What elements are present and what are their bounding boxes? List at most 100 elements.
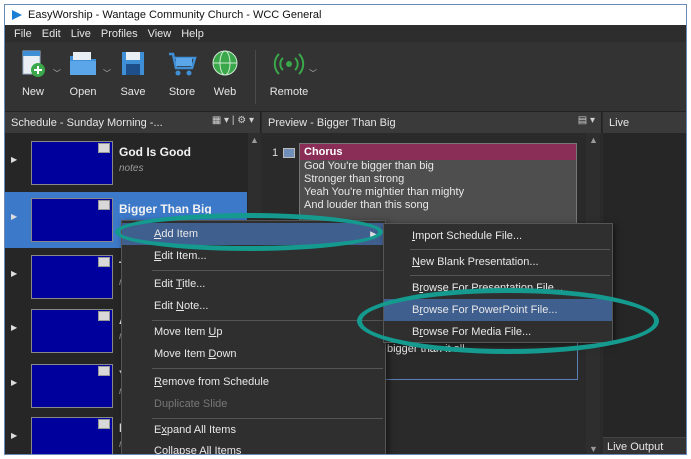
slide-image-icon (283, 148, 295, 158)
menu-separator (410, 275, 610, 276)
open-label: Open (69, 86, 97, 98)
slide-card[interactable]: bigger than it all (382, 338, 578, 380)
accel-key: N (176, 300, 184, 312)
add-item-submenu: Import Schedule File... New Blank Presen… (383, 223, 613, 343)
accel-key: C (154, 445, 162, 455)
submenu-arrow-icon: ▶ (370, 229, 377, 239)
menu-add-item[interactable]: Add Item ▶ (122, 223, 385, 245)
store-label: Store (168, 86, 196, 98)
menu-help[interactable]: Help (176, 28, 209, 40)
cart-icon (169, 52, 197, 76)
scroll-up-icon[interactable]: ▲ (589, 135, 598, 145)
menu-live[interactable]: Live (66, 28, 96, 40)
lyric-line: Yeah You're mightier than mighty (304, 186, 465, 198)
store-button[interactable]: Store (160, 48, 204, 98)
item-thumbnail (31, 364, 113, 408)
slide-card[interactable]: Chorus God You're bigger than big Strong… (299, 143, 577, 229)
scroll-up-icon[interactable]: ▲ (250, 135, 259, 145)
menu-edit-title[interactable]: Edit Title... (122, 273, 385, 295)
item-thumbnail (31, 198, 113, 242)
expand-arrow-icon[interactable]: ▶ (11, 269, 17, 278)
item-title: God Is Good (119, 145, 191, 159)
menu-expand-all[interactable]: Expand All Items (122, 419, 385, 441)
menu-import-schedule-file[interactable]: Import Schedule File... (384, 225, 612, 247)
slide-number: 1 (272, 147, 279, 159)
menu-profiles[interactable]: Profiles (96, 28, 143, 40)
menu-label: ote... (183, 300, 209, 312)
toolbar: New ﹀ Open ﹀ Save Store Web Remote ﹀ (5, 42, 686, 112)
song-icon (98, 143, 110, 153)
floppy-icon (122, 52, 144, 75)
menu-label: emove from Schedule (161, 376, 269, 388)
expand-arrow-icon[interactable]: ▶ (11, 431, 17, 440)
menu-browse-media-file[interactable]: Browse For Media File... (384, 321, 612, 343)
new-dropdown-icon[interactable]: ﹀ (53, 68, 61, 79)
item-title: Bigger Than Big (119, 202, 212, 216)
menu-separator (410, 249, 610, 250)
schedule-title: Schedule - Sunday Morning -... (11, 116, 163, 129)
menu-label: Edit (154, 300, 177, 312)
menu-file[interactable]: File (9, 28, 37, 40)
menu-remove-from-schedule[interactable]: Remove from Schedule (122, 371, 385, 393)
live-title: Live (609, 116, 630, 129)
menu-label: mport Schedule File... (415, 230, 523, 242)
new-button[interactable]: New (11, 48, 55, 98)
menu-view[interactable]: View (143, 28, 177, 40)
open-button[interactable]: Open (61, 48, 105, 98)
open-dropdown-icon[interactable]: ﹀ (103, 68, 111, 79)
menu-label: p (216, 326, 223, 338)
expand-arrow-icon[interactable]: ▶ (11, 155, 17, 164)
song-icon (98, 419, 110, 429)
expand-arrow-icon[interactable]: ▶ (11, 212, 17, 221)
menu-label: own (216, 348, 237, 360)
menu-move-down[interactable]: Move Item Down (122, 343, 385, 365)
menu-label: Edit (154, 278, 176, 290)
menu-edit-item[interactable]: Edit Item... (122, 245, 385, 267)
new-label: New (21, 86, 44, 98)
schedule-item[interactable]: ▶ God Is Good notes (5, 135, 247, 191)
remote-button[interactable]: Remote (267, 48, 311, 98)
menu-move-up[interactable]: Move Item Up (122, 321, 385, 343)
menu-label: Move Item (154, 326, 209, 338)
slide-title: Chorus (300, 144, 576, 160)
live-output-tab[interactable]: Live Output (603, 437, 686, 454)
preview-title: Preview - Bigger Than Big (268, 116, 396, 129)
menu-new-blank-presentation[interactable]: New Blank Presentation... (384, 251, 612, 273)
live-panel: Live Output (603, 133, 686, 454)
menu-separator (152, 270, 383, 271)
song-icon (98, 257, 110, 267)
item-thumbnail (31, 417, 113, 454)
menu-separator (152, 368, 383, 369)
remote-label: Remote (269, 86, 309, 98)
menu-edit-note[interactable]: Edit Note... (122, 295, 385, 317)
item-notes: notes (119, 163, 144, 174)
save-label: Save (120, 86, 146, 98)
preview-header: Preview - Bigger Than Big ▤ ▾ (262, 112, 602, 133)
menu-label: itle... (182, 278, 206, 290)
schedule-view-options-icon[interactable]: ▦ ▾ | ⚙ ▾ (212, 115, 254, 126)
menu-edit[interactable]: Edit (37, 28, 66, 40)
easyworship-logo-icon (12, 10, 22, 20)
accel-key: R (154, 376, 162, 388)
menu-browse-powerpoint-file[interactable]: Browse For PowerPoint File... (384, 299, 612, 321)
window-title: EasyWorship - Wantage Community Church -… (28, 9, 322, 21)
title-bar: EasyWorship - Wantage Community Church -… (5, 5, 686, 25)
remote-dropdown-icon[interactable]: ﹀ (309, 68, 317, 79)
menu-collapse-all[interactable]: Collapse All Items (122, 440, 385, 455)
expand-arrow-icon[interactable]: ▶ (11, 323, 17, 332)
preview-layout-icon[interactable]: ▤ ▾ (578, 115, 595, 126)
scroll-down-icon[interactable]: ▼ (589, 444, 598, 454)
expand-arrow-icon[interactable]: ▶ (11, 378, 17, 387)
save-button[interactable]: Save (111, 48, 155, 98)
item-thumbnail (31, 309, 113, 353)
web-button[interactable]: Web (203, 48, 247, 98)
new-document-icon (22, 50, 45, 77)
menu-label: dd Item (161, 228, 199, 240)
menu-label: Move Item (154, 348, 209, 360)
accel-key: N (412, 256, 420, 268)
menu-bar: File Edit Live Profiles View Help (5, 25, 686, 42)
lyric-line: Stronger than strong (304, 173, 405, 185)
app-window: EasyWorship - Wantage Community Church -… (4, 4, 687, 455)
menu-label: dit Item... (161, 250, 207, 262)
menu-browse-presentation-file[interactable]: Browse For Presentation File... (384, 277, 612, 299)
